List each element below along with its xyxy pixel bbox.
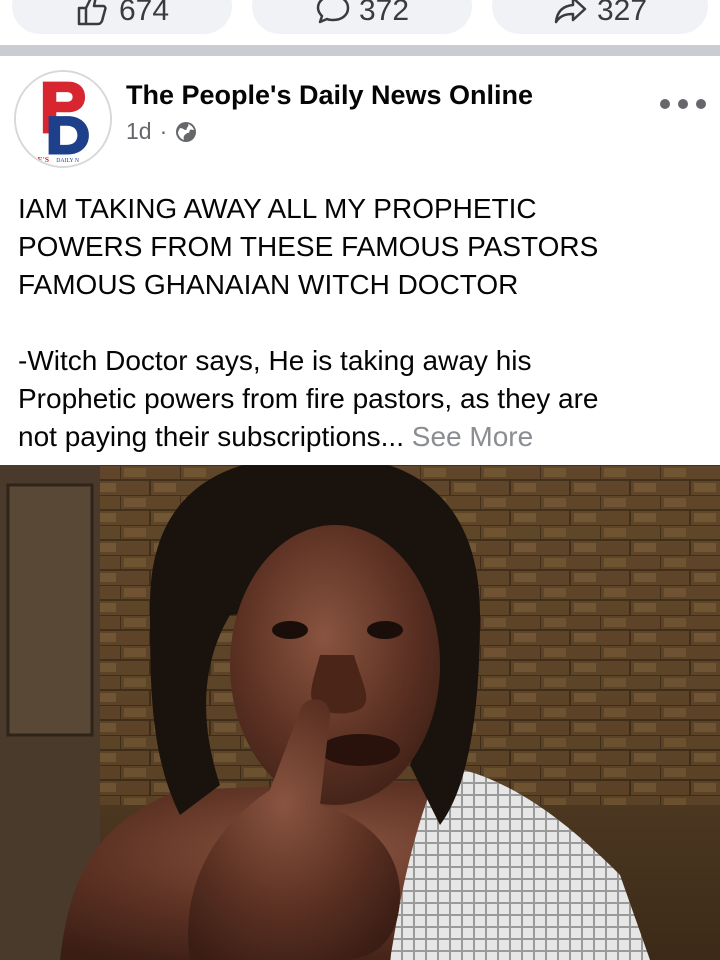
page-avatar[interactable]: OPLE'S DAILY N [14, 70, 112, 168]
headline-line: FAMOUS GHANAIAN WITCH DOCTOR [18, 269, 519, 300]
post-body: -Witch Doctor says, He is taking away hi… [18, 342, 708, 456]
more-dot [696, 99, 706, 109]
share-count: 327 [596, 0, 648, 27]
more-dot [678, 99, 688, 109]
share-icon [554, 0, 587, 24]
like-button[interactable]: 674 [12, 0, 232, 34]
thumbs-up-icon [77, 0, 107, 26]
like-count: 674 [118, 0, 170, 27]
post-photo[interactable] [0, 465, 720, 960]
photo-illustration [0, 465, 720, 960]
body-line: not paying their subscriptions... [18, 421, 404, 452]
see-more-link[interactable]: See More [412, 421, 533, 452]
headline-line: POWERS FROM THESE FAMOUS PASTORS [18, 231, 599, 262]
post-headline: IAM TAKING AWAY ALL MY PROPHETIC POWERS … [18, 190, 708, 304]
page-logo: OPLE'S DAILY N [16, 72, 110, 166]
feed-divider [0, 45, 720, 56]
post-meta: 1d · [126, 118, 197, 145]
share-button[interactable]: 327 [492, 0, 708, 34]
body-line: -Witch Doctor says, He is taking away hi… [18, 345, 532, 376]
globe-icon [176, 121, 197, 142]
more-dots-icon [660, 99, 670, 109]
body-line: Prophetic powers from fire pastors, as t… [18, 383, 599, 414]
more-options-button[interactable] [660, 92, 706, 116]
meta-separator: · [159, 118, 168, 144]
comment-count: 372 [358, 0, 410, 27]
page-name[interactable]: The People's Daily News Online [126, 80, 533, 111]
comment-icon [316, 0, 350, 24]
svg-text:DAILY N: DAILY N [56, 158, 80, 164]
post-header: OPLE'S DAILY N The People's Daily News O… [0, 56, 720, 176]
post-time[interactable]: 1d [126, 118, 152, 145]
comment-button[interactable]: 372 [252, 0, 472, 34]
headline-line: IAM TAKING AWAY ALL MY PROPHETIC [18, 193, 537, 224]
post-text: IAM TAKING AWAY ALL MY PROPHETIC POWERS … [18, 190, 708, 456]
logo-wordmark: OPLE'S [22, 155, 49, 164]
reaction-bar: 674 372 327 [0, 0, 720, 45]
